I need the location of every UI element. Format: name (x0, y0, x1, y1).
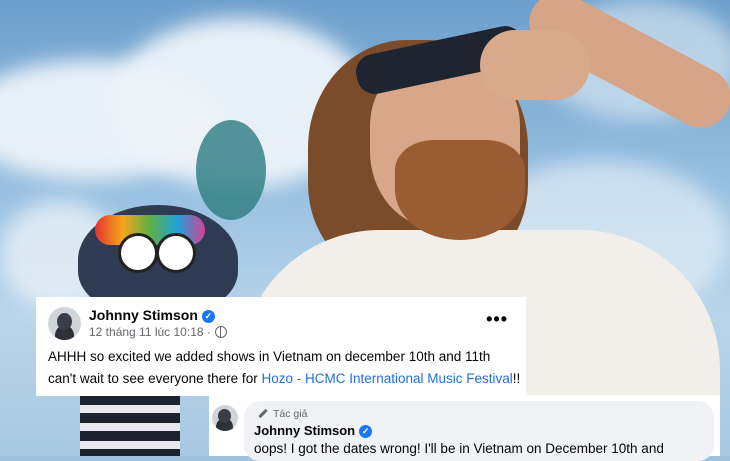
author-badge-label: Tác giả (273, 408, 308, 420)
avatar[interactable] (212, 405, 238, 431)
puppet-eye (118, 233, 158, 273)
more-icon[interactable]: ••• (486, 309, 508, 330)
author-badge: Tác giả (258, 408, 307, 420)
post-card: Johnny Stimson ✓ 12 tháng 11 lúc 10:18 · … (36, 297, 526, 396)
post-author-name[interactable]: Johnny Stimson (89, 307, 198, 323)
man-hand (480, 30, 590, 100)
post-text-prefix: can't wait to see everyone there for (48, 371, 262, 386)
comment-author[interactable]: Johnny Stimson ✓ (254, 423, 373, 438)
comment-card: Tác giả Johnny Stimson ✓ oops! I got the … (209, 395, 720, 461)
puppet-body (80, 395, 180, 456)
comment-author-name[interactable]: Johnny Stimson (254, 423, 355, 438)
avatar[interactable] (48, 307, 81, 340)
post-timestamp[interactable]: 12 tháng 11 lúc 10:18 · (89, 325, 211, 339)
verified-icon: ✓ (359, 425, 373, 438)
pencil-icon (258, 408, 268, 419)
comment-text: oops! I got the dates wrong! I'll be in … (254, 441, 664, 456)
puppet-feather (196, 120, 266, 220)
post-text-line-1: AHHH so excited we added shows in Vietna… (48, 349, 491, 364)
festival-link[interactable]: Hozo - HCMC International Music Festival (261, 371, 512, 386)
post-author[interactable]: Johnny Stimson ✓ (89, 307, 215, 323)
post-text-line-2: can't wait to see everyone there for Hoz… (48, 371, 520, 386)
puppet-eye (156, 233, 196, 273)
comment-bubble: Tác giả Johnny Stimson ✓ oops! I got the … (244, 401, 714, 461)
post-text-suffix: !! (512, 371, 521, 386)
post-meta: 12 tháng 11 lúc 10:18 · (89, 325, 227, 339)
verified-icon: ✓ (201, 310, 215, 323)
globe-icon (214, 326, 227, 338)
man-beard (395, 140, 525, 240)
